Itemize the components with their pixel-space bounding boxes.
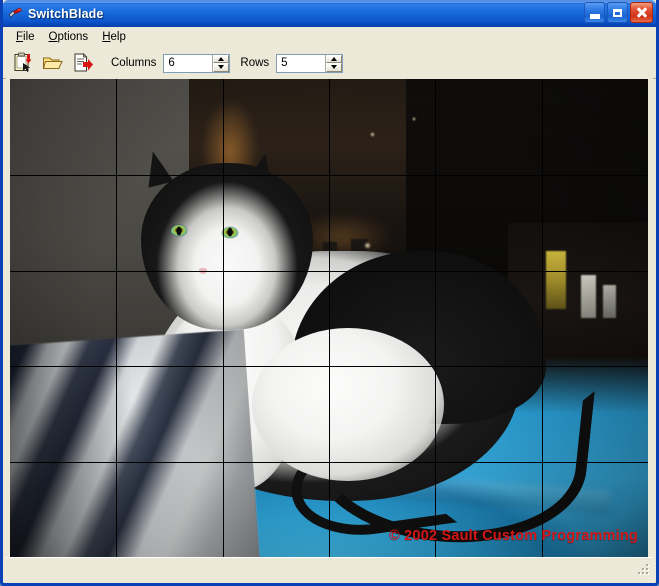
photo-highlight-1 [364, 241, 372, 249]
minimize-button[interactable] [584, 2, 605, 23]
status-bar [6, 557, 653, 580]
menu-item-help[interactable]: Help [95, 29, 133, 45]
rows-spin-buttons [325, 54, 343, 72]
minimize-icon [589, 13, 600, 19]
menu-item-file[interactable]: File [9, 29, 42, 45]
columns-spin-up[interactable] [213, 54, 230, 63]
columns-input[interactable]: 6 [164, 54, 213, 72]
photo-highlight-4 [370, 131, 376, 137]
photo-white-bottle [581, 275, 597, 319]
rows-input[interactable]: 5 [277, 54, 326, 72]
rows-spin-down[interactable] [326, 63, 343, 72]
title-bar[interactable]: SwitchBlade [3, 0, 656, 27]
puzzle-image[interactable]: © 2002 Sault Custom Programming [10, 79, 648, 558]
close-icon [636, 7, 647, 18]
switchblade-knife-icon [7, 5, 24, 22]
resize-grip-icon[interactable] [636, 561, 652, 577]
photo-highlight-5 [411, 117, 416, 122]
export-file-icon[interactable] [71, 51, 95, 75]
copyright-watermark: © 2002 Sault Custom Programming [389, 528, 638, 544]
rows-label: Rows [240, 57, 270, 69]
toolbar: Columns 6 Rows 5 [3, 48, 656, 79]
photo-cat-eye-right [221, 226, 238, 238]
maximize-button[interactable] [607, 2, 628, 23]
open-folder-icon[interactable] [41, 51, 65, 75]
menu-item-options[interactable]: Options [42, 29, 96, 45]
photo-yellow-bottle [545, 251, 567, 309]
columns-label: Columns [111, 57, 157, 69]
photo-white-bottle-2 [603, 284, 617, 319]
window-controls [584, 2, 653, 23]
photo-cat-pupil-right [227, 227, 233, 237]
application-window: SwitchBlade File Options Help Columns 6 … [0, 0, 659, 586]
columns-stepper[interactable]: 6 [163, 53, 231, 73]
close-button[interactable] [630, 2, 653, 23]
menu-options-rest: ptions [57, 31, 89, 43]
photo-cat-head [140, 162, 314, 331]
columns-spin-buttons [212, 54, 230, 72]
menu-file-rest: ile [23, 31, 35, 43]
status-text [6, 558, 636, 580]
window-title: SwitchBlade [28, 6, 104, 21]
columns-spin-down[interactable] [213, 63, 230, 72]
rows-stepper[interactable]: 5 [276, 53, 344, 73]
photo-pillow-shading [10, 329, 261, 558]
menu-bar: File Options Help [3, 27, 656, 48]
photo-cat-flank [252, 328, 444, 482]
rows-spin-up[interactable] [326, 54, 343, 63]
maximize-icon [613, 8, 622, 17]
capture-screen-icon[interactable] [11, 51, 35, 75]
image-canvas-area: © 2002 Sault Custom Programming [6, 77, 653, 558]
menu-help-rest: elp [110, 31, 126, 43]
photo-cat-pupil-left [176, 226, 182, 236]
